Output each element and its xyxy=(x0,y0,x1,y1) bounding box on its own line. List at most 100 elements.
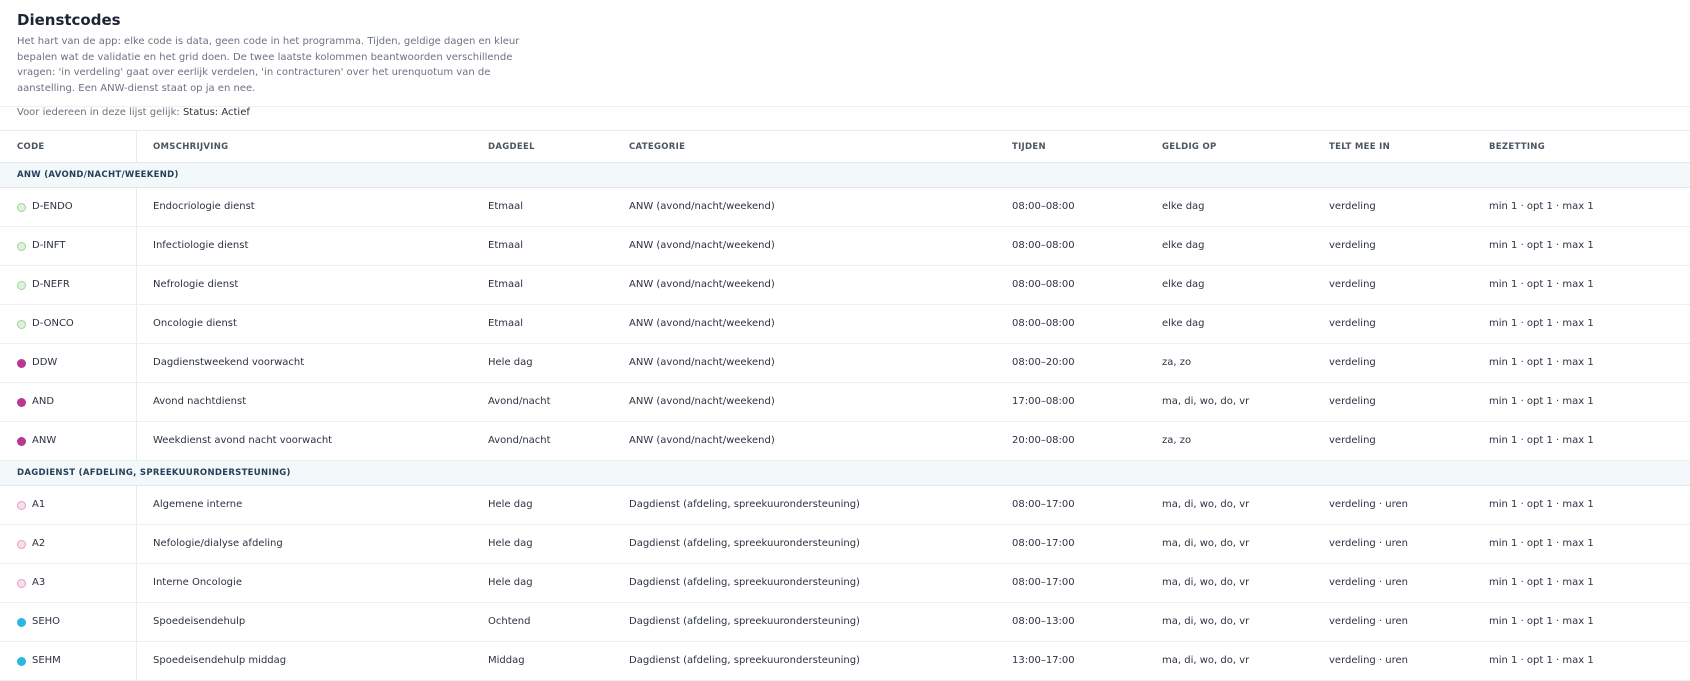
cell-geldig-op: ma, di, wo, do, vr xyxy=(1162,499,1250,510)
cell-tijden: 08:00–08:00 xyxy=(1012,318,1075,329)
cell-telt-mee-in: verdeling xyxy=(1329,240,1376,251)
cell-omschrijving: Spoedeisendehulp xyxy=(153,616,246,627)
filter-label: Voor iedereen in deze lijst gelijk: xyxy=(17,107,180,118)
dienstcodes-table: CODE OMSCHRIJVING DAGDEEL CATEGORIE TIJD… xyxy=(0,130,1690,681)
cell-code: SEHM xyxy=(32,655,61,666)
cell-code: SEHO xyxy=(32,616,61,627)
cell-bezetting: min 1 · opt 1 · max 1 xyxy=(1489,318,1594,329)
cell-geldig-op: ma, di, wo, do, vr xyxy=(1162,538,1250,549)
cell-tijden: 08:00–17:00 xyxy=(1012,538,1075,549)
page-description: Het hart van de app: elke code is data, … xyxy=(17,36,520,94)
cell-telt-mee-in: verdeling · uren xyxy=(1329,538,1409,549)
cell-dagdeel: Hele dag xyxy=(488,499,533,510)
cell-telt-mee-in: verdeling · uren xyxy=(1329,499,1409,510)
table-row[interactable]: D-INFT Infectiologie dienst Etmaal ANW (avo… xyxy=(0,227,1690,266)
color-dot-icon xyxy=(17,359,26,368)
cell-bezetting: min 1 · opt 1 · max 1 xyxy=(1489,240,1594,251)
cell-dagdeel: Etmaal xyxy=(488,279,524,290)
cell-geldig-op: elke dag xyxy=(1162,318,1205,329)
cell-bezetting: min 1 · opt 1 · max 1 xyxy=(1489,538,1594,549)
cell-bezetting: min 1 · opt 1 · max 1 xyxy=(1489,279,1594,290)
column-divider xyxy=(136,383,137,421)
column-divider xyxy=(136,422,137,460)
column-header-categorie[interactable]: CATEGORIE xyxy=(629,131,685,163)
column-header-bezetting[interactable]: BEZETTING xyxy=(1489,131,1545,163)
table-row[interactable]: D-ONCO Oncologie dienst Etmaal ANW (avond/n… xyxy=(0,305,1690,344)
cell-tijden: 08:00–20:00 xyxy=(1012,357,1075,368)
cell-tijden: 08:00–08:00 xyxy=(1012,201,1075,212)
cell-telt-mee-in: verdeling xyxy=(1329,201,1376,212)
cell-geldig-op: ma, di, wo, do, vr xyxy=(1162,396,1250,407)
cell-bezetting: min 1 · opt 1 · max 1 xyxy=(1489,577,1594,588)
cell-code: ANW xyxy=(32,435,57,446)
table-row[interactable]: D-ENDO Endocriologie dienst Etmaal ANW (avo… xyxy=(0,188,1690,227)
table-row[interactable]: DDW Dagdienstweekend voorwacht Hele dag ANW… xyxy=(0,344,1690,383)
cell-telt-mee-in: verdeling xyxy=(1329,435,1376,446)
table-row[interactable]: A3 Interne Oncologie Hele dag Dagdienst (af… xyxy=(0,564,1690,603)
cell-omschrijving: Spoedeisendehulp middag xyxy=(153,655,287,666)
column-divider xyxy=(136,227,137,265)
cell-geldig-op: ma, di, wo, do, vr xyxy=(1162,655,1250,666)
cell-omschrijving: Algemene interne xyxy=(153,499,243,510)
column-header-telt-mee-in[interactable]: TELT MEE IN xyxy=(1329,131,1390,163)
cell-geldig-op: elke dag xyxy=(1162,240,1205,251)
color-dot-icon xyxy=(17,203,26,212)
cell-omschrijving: Endocriologie dienst xyxy=(153,201,255,212)
cell-categorie: ANW (avond/nacht/weekend) xyxy=(629,201,775,212)
cell-omschrijving: Nefrologie dienst xyxy=(153,279,239,290)
page-title: Dienstcodes xyxy=(17,11,121,29)
color-dot-icon xyxy=(17,398,26,407)
cell-code: A2 xyxy=(32,538,46,549)
cell-code: A3 xyxy=(32,577,46,588)
group-header: DAGDIENST (AFDELING, SPREEKUURONDERSTEUN… xyxy=(0,461,1690,486)
table-row[interactable]: SEHO Spoedeisendehulp Ochtend Dagdienst (af… xyxy=(0,603,1690,642)
cell-telt-mee-in: verdeling xyxy=(1329,357,1376,368)
color-dot-icon xyxy=(17,540,26,549)
table-row[interactable]: SEHM Spoedeisendehulp middag Middag Dagdien… xyxy=(0,642,1690,681)
cell-geldig-op: ma, di, wo, do, vr xyxy=(1162,616,1250,627)
cell-omschrijving: Dagdienstweekend voorwacht xyxy=(153,357,305,368)
cell-tijden: 17:00–08:00 xyxy=(1012,396,1075,407)
page-header: Dienstcodes Het hart van de app: elke co… xyxy=(0,0,1690,107)
color-dot-icon xyxy=(17,320,26,329)
table-row[interactable]: A1 Algemene interne Hele dag Dagdienst (afd… xyxy=(0,486,1690,525)
cell-telt-mee-in: verdeling · uren xyxy=(1329,616,1409,627)
table-row[interactable]: A2 Nefologie/dialyse afdeling Hele dag Dagd… xyxy=(0,525,1690,564)
cell-categorie: ANW (avond/nacht/weekend) xyxy=(629,318,775,329)
column-header-geldig-op[interactable]: GELDIG OP xyxy=(1162,131,1217,163)
cell-categorie: Dagdienst (afdeling, spreekuurondersteun… xyxy=(629,577,860,588)
cell-bezetting: min 1 · opt 1 · max 1 xyxy=(1489,435,1594,446)
column-header-omschrijving[interactable]: OMSCHRIJVING xyxy=(153,131,228,163)
color-dot-icon xyxy=(17,618,26,627)
cell-categorie: Dagdienst (afdeling, spreekuurondersteun… xyxy=(629,616,860,627)
column-header-code[interactable]: CODE xyxy=(17,131,45,163)
cell-bezetting: min 1 · opt 1 · max 1 xyxy=(1489,396,1594,407)
color-dot-icon xyxy=(17,501,26,510)
cell-geldig-op: elke dag xyxy=(1162,279,1205,290)
column-divider xyxy=(136,603,137,641)
table-row[interactable]: D-NEFR Nefrologie dienst Etmaal ANW (avond/… xyxy=(0,266,1690,305)
table-row[interactable]: AND Avond nachtdienst Avond/nacht ANW (avon… xyxy=(0,383,1690,422)
cell-code: D-NEFR xyxy=(32,279,70,290)
filter-value: Status: Actief xyxy=(182,107,250,118)
cell-code: AND xyxy=(32,396,55,407)
cell-categorie: ANW (avond/nacht/weekend) xyxy=(629,396,775,407)
column-divider xyxy=(136,486,137,524)
cell-telt-mee-in: verdeling · uren xyxy=(1329,577,1409,588)
cell-bezetting: min 1 · opt 1 · max 1 xyxy=(1489,357,1594,368)
cell-code: DDW xyxy=(32,357,58,368)
cell-bezetting: min 1 · opt 1 · max 1 xyxy=(1489,201,1594,212)
color-dot-icon xyxy=(17,242,26,251)
column-header-dagdeel[interactable]: DAGDEEL xyxy=(488,131,535,163)
column-divider xyxy=(136,344,137,382)
cell-categorie: Dagdienst (afdeling, spreekuurondersteun… xyxy=(629,538,860,549)
cell-tijden: 08:00–08:00 xyxy=(1012,240,1075,251)
table-row[interactable]: ANW Weekdienst avond nacht voorwacht Avond… xyxy=(0,422,1690,461)
cell-omschrijving: Infectiologie dienst xyxy=(153,240,249,251)
column-header-tijden[interactable]: TIJDEN xyxy=(1012,131,1046,163)
cell-categorie: ANW (avond/nacht/weekend) xyxy=(629,357,775,368)
cell-geldig-op: za, zo xyxy=(1162,435,1192,446)
color-dot-icon xyxy=(17,437,26,446)
cell-telt-mee-in: verdeling xyxy=(1329,396,1376,407)
column-divider xyxy=(136,188,137,226)
